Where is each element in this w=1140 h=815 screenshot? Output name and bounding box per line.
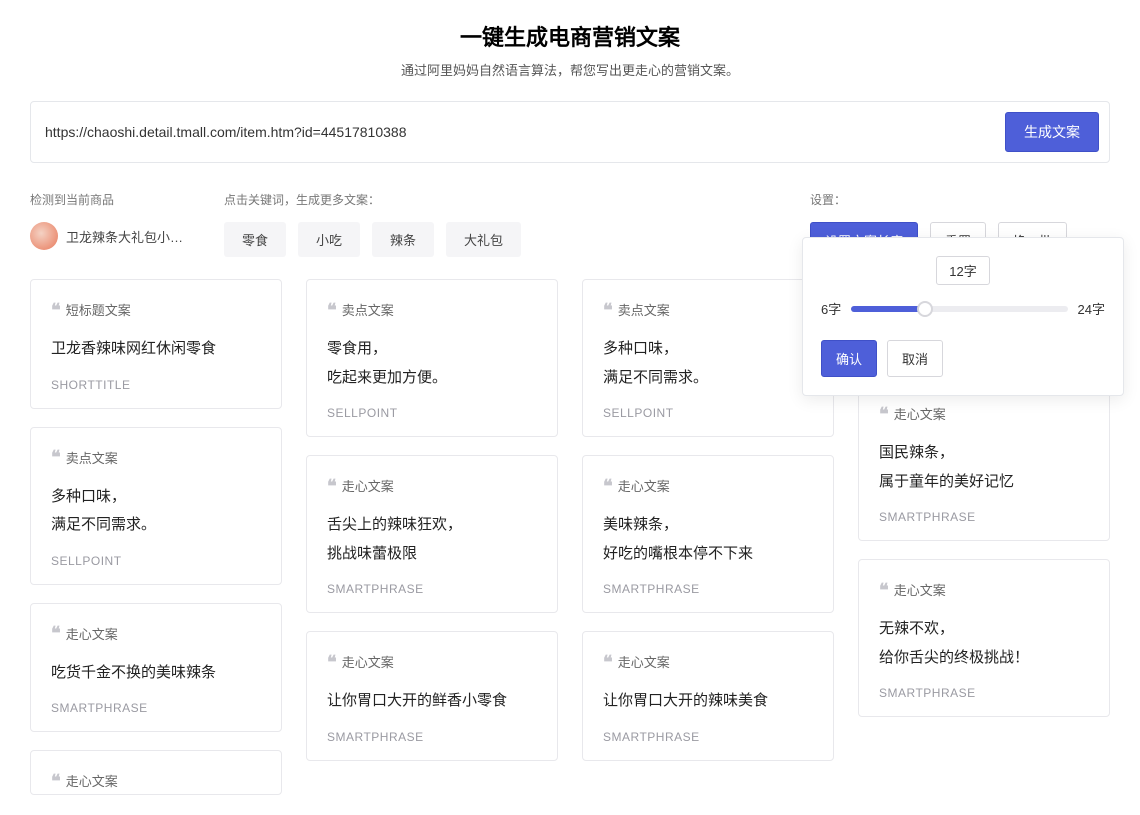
detected-product-label: 检测到当前商品 [30, 191, 200, 208]
card-body: 让你胃口大开的辣味美食 [603, 687, 813, 716]
copy-card[interactable]: ❝ 走心文案 吃货千金不换的美味辣条 SMARTPHRASE [30, 603, 282, 733]
quote-icon: ❝ [327, 301, 334, 319]
quote-icon: ❝ [603, 653, 610, 671]
keywords-list: 零食 小吃 辣条 大礼包 [224, 222, 786, 257]
length-value-badge: 12字 [936, 256, 989, 285]
copy-card[interactable]: ❝ 走心文案 国民辣条， 属于童年的美好记忆 SMARTPHRASE [858, 383, 1110, 541]
card-type: 走心文案 [66, 771, 118, 790]
card-tag: SMARTPHRASE [327, 582, 537, 596]
quote-icon: ❝ [603, 477, 610, 495]
quote-icon: ❝ [51, 624, 58, 642]
copy-card[interactable]: ❝ 走心文案 舌尖上的辣味狂欢， 挑战味蕾极限 SMARTPHRASE [306, 455, 558, 613]
card-body: 美味辣条， 好吃的嘴根本停不下来 [603, 511, 813, 568]
quote-icon: ❝ [51, 301, 58, 319]
copy-card[interactable]: ❝ 短标题文案 卫龙香辣味网红休闲零食 SHORTTITLE [30, 279, 282, 409]
page-subtitle: 通过阿里妈妈自然语言算法，帮您写出更走心的营销文案。 [30, 60, 1110, 79]
card-body: 无辣不欢， 给你舌尖的终极挑战！ [879, 615, 1089, 672]
keyword-chip[interactable]: 大礼包 [446, 222, 521, 257]
quote-icon: ❝ [603, 301, 610, 319]
copy-card[interactable]: ❝ 卖点文案 多种口味， 满足不同需求。 SELLPOINT [582, 279, 834, 437]
copy-card[interactable]: ❝ 走心文案 无辣不欢， 给你舌尖的终极挑战！ SMARTPHRASE [858, 559, 1110, 717]
card-tag: SHORTTITLE [51, 378, 261, 392]
quote-icon: ❝ [327, 477, 334, 495]
generate-button[interactable]: 生成文案 [1005, 112, 1099, 152]
card-type: 卖点文案 [618, 300, 670, 319]
quote-icon: ❝ [51, 772, 58, 790]
confirm-button[interactable]: 确认 [821, 340, 877, 377]
slider-min-label: 6字 [821, 299, 841, 318]
page-title: 一键生成电商营销文案 [30, 20, 1110, 52]
card-type: 走心文案 [894, 580, 946, 599]
card-body: 舌尖上的辣味狂欢， 挑战味蕾极限 [327, 511, 537, 568]
card-type: 短标题文案 [66, 300, 131, 319]
keywords-label: 点击关键词，生成更多文案： [224, 191, 786, 208]
copy-card[interactable]: ❝ 走心文案 让你胃口大开的鲜香小零食 SMARTPHRASE [306, 631, 558, 761]
copy-card[interactable]: ❝ 走心文案 [30, 750, 282, 795]
product-thumb-icon [30, 222, 58, 250]
quote-icon: ❝ [879, 405, 886, 423]
card-body: 国民辣条， 属于童年的美好记忆 [879, 439, 1089, 496]
product-name: 卫龙辣条大礼包小… [66, 227, 183, 246]
card-tag: SELLPOINT [51, 554, 261, 568]
quote-icon: ❝ [327, 653, 334, 671]
card-tag: SMARTPHRASE [879, 510, 1089, 524]
keyword-chip[interactable]: 零食 [224, 222, 286, 257]
input-bar: 生成文案 [30, 101, 1110, 163]
card-body: 多种口味， 满足不同需求。 [603, 335, 813, 392]
detected-product[interactable]: 卫龙辣条大礼包小… [30, 222, 200, 250]
card-tag: SELLPOINT [327, 406, 537, 420]
length-popover: 12字 6字 24字 确认 取消 [802, 237, 1124, 396]
card-tag: SMARTPHRASE [603, 730, 813, 744]
card-body: 多种口味， 满足不同需求。 [51, 483, 261, 540]
length-slider[interactable] [851, 306, 1067, 312]
card-tag: SMARTPHRASE [327, 730, 537, 744]
keyword-chip[interactable]: 小吃 [298, 222, 360, 257]
slider-max-label: 24字 [1078, 299, 1105, 318]
card-type: 走心文案 [66, 624, 118, 643]
quote-icon: ❝ [51, 448, 58, 466]
card-type: 卖点文案 [342, 300, 394, 319]
card-tag: SMARTPHRASE [603, 582, 813, 596]
card-tag: SMARTPHRASE [51, 701, 261, 715]
card-type: 卖点文案 [66, 448, 118, 467]
card-body: 让你胃口大开的鲜香小零食 [327, 687, 537, 716]
card-type: 走心文案 [894, 404, 946, 423]
url-input[interactable] [41, 112, 993, 152]
slider-fill [851, 306, 925, 312]
card-type: 走心文案 [342, 652, 394, 671]
copy-card[interactable]: ❝ 走心文案 让你胃口大开的辣味美食 SMARTPHRASE [582, 631, 834, 761]
card-type: 走心文案 [618, 652, 670, 671]
quote-icon: ❝ [879, 581, 886, 599]
card-type: 走心文案 [342, 476, 394, 495]
card-body: 吃货千金不换的美味辣条 [51, 659, 261, 688]
copy-card[interactable]: ❝ 卖点文案 多种口味， 满足不同需求。 SELLPOINT [30, 427, 282, 585]
slider-thumb[interactable] [917, 301, 933, 317]
card-type: 走心文案 [618, 476, 670, 495]
card-body: 零食用， 吃起来更加方便。 [327, 335, 537, 392]
card-tag: SELLPOINT [603, 406, 813, 420]
card-body: 卫龙香辣味网红休闲零食 [51, 335, 261, 364]
page-header: 一键生成电商营销文案 通过阿里妈妈自然语言算法，帮您写出更走心的营销文案。 [30, 20, 1110, 79]
cancel-button[interactable]: 取消 [887, 340, 943, 377]
copy-card[interactable]: ❝ 卖点文案 零食用， 吃起来更加方便。 SELLPOINT [306, 279, 558, 437]
card-tag: SMARTPHRASE [879, 686, 1089, 700]
keyword-chip[interactable]: 辣条 [372, 222, 434, 257]
copy-card[interactable]: ❝ 走心文案 美味辣条， 好吃的嘴根本停不下来 SMARTPHRASE [582, 455, 834, 613]
settings-label: 设置： [810, 191, 1110, 208]
